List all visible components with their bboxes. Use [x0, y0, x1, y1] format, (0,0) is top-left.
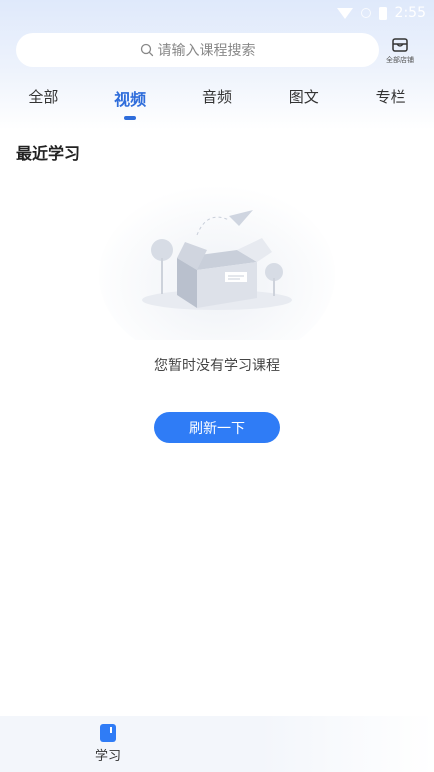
- nav-item-study[interactable]: 学习: [86, 724, 130, 764]
- refresh-button[interactable]: 刷新一下: [154, 412, 280, 443]
- tab-audio[interactable]: 音频: [182, 86, 252, 107]
- category-tabs: 全部 视频 音频 图文 专栏: [0, 86, 434, 126]
- wifi-icon: [336, 7, 353, 19]
- tab-article[interactable]: 图文: [269, 86, 339, 107]
- empty-message: 您暂时没有学习课程: [154, 358, 280, 374]
- all-stores-label: 全部店铺: [386, 56, 414, 64]
- empty-box-illustration: [99, 185, 335, 340]
- all-stores-button[interactable]: 全部店铺: [383, 36, 417, 68]
- status-bar: 2:55: [0, 0, 434, 26]
- search-icon: [140, 43, 153, 57]
- tab-column[interactable]: 专栏: [356, 86, 426, 107]
- tab-video[interactable]: 视频: [95, 86, 165, 120]
- search-input[interactable]: 请输入课程搜索: [16, 33, 379, 67]
- nav-item-label: 学习: [94, 749, 121, 764]
- signal-icon: [360, 8, 371, 18]
- search-placeholder: 请输入课程搜索: [157, 43, 256, 59]
- book-icon: [100, 724, 116, 742]
- section-title: 最近学习: [16, 144, 81, 163]
- battery-icon: [378, 6, 387, 20]
- tab-all[interactable]: 全部: [8, 86, 78, 107]
- store-icon: [392, 38, 408, 52]
- status-time: 2:55: [394, 5, 426, 21]
- bottom-nav: 学习: [0, 716, 434, 772]
